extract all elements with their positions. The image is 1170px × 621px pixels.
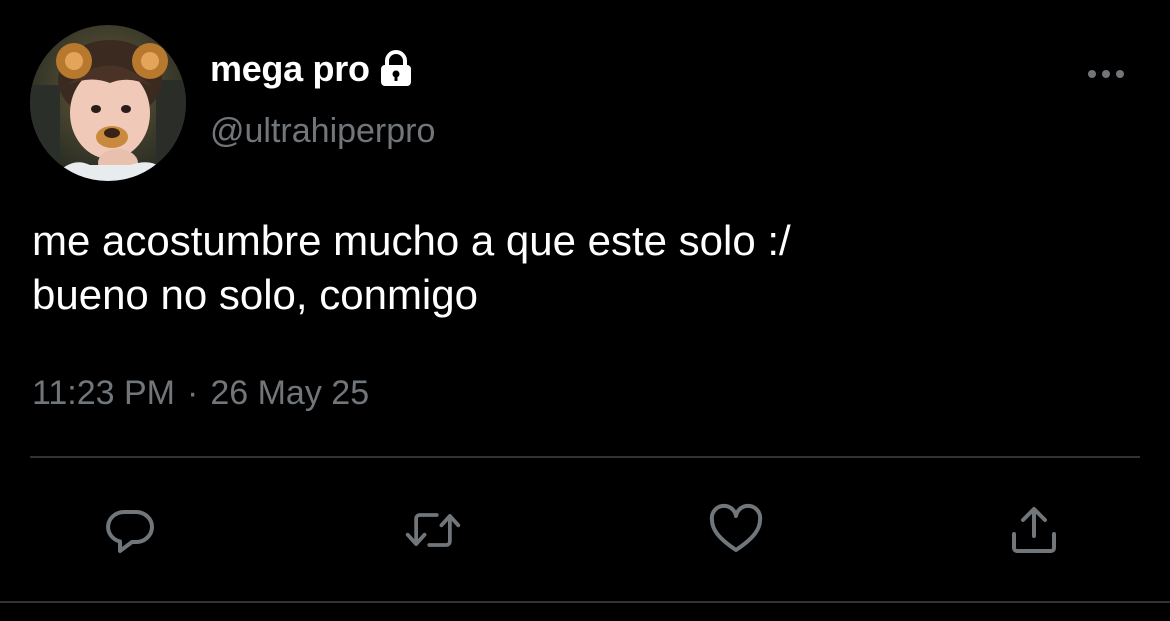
tweet-text: me acostumbre mucho a que este solo :/ b… bbox=[32, 217, 791, 318]
retweet-button[interactable] bbox=[403, 500, 463, 560]
tweet-card: mega pro @ultrahiperpro me acostumbre mu… bbox=[0, 0, 1170, 621]
bottom-divider bbox=[0, 601, 1170, 603]
tweet-timestamp[interactable]: 11:23 PM · 26 May 25 bbox=[32, 374, 369, 413]
display-name-row: mega pro bbox=[210, 44, 414, 94]
lock-icon bbox=[378, 50, 414, 88]
tweet-date[interactable]: 26 May 25 bbox=[210, 374, 369, 413]
heart-icon bbox=[709, 503, 763, 552]
share-button[interactable] bbox=[1004, 500, 1064, 560]
more-horizontal-icon[interactable] bbox=[1086, 64, 1126, 84]
meta-separator: · bbox=[187, 374, 199, 412]
reply-icon bbox=[106, 510, 154, 553]
tweet-time[interactable]: 11:23 PM bbox=[32, 374, 175, 413]
divider bbox=[30, 456, 1140, 458]
reply-button[interactable] bbox=[100, 500, 160, 560]
avatar[interactable] bbox=[30, 25, 186, 181]
user-handle[interactable]: @ultrahiperpro bbox=[210, 112, 435, 151]
avatar-photo-icon bbox=[30, 25, 186, 181]
share-icon bbox=[1012, 507, 1056, 553]
retweet-icon bbox=[405, 513, 461, 547]
like-button[interactable] bbox=[706, 500, 766, 560]
display-name[interactable]: mega pro bbox=[210, 48, 370, 90]
